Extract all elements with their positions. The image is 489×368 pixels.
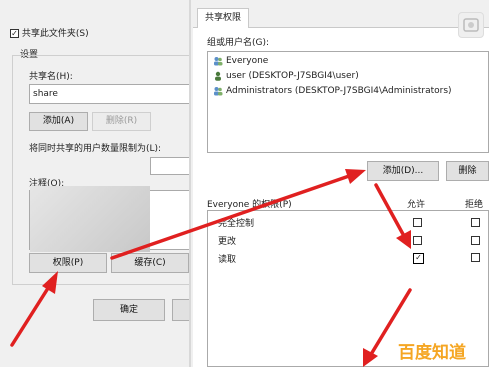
arrow-to-read-checkbox xyxy=(374,183,411,249)
arrow-to-permissions-button xyxy=(10,271,58,347)
logo-icon xyxy=(458,12,484,38)
annotation-arrows xyxy=(10,169,412,367)
arrow-to-add-user-button xyxy=(110,169,366,260)
baidu-zhidao-watermark: 百度知道 xyxy=(398,343,466,363)
